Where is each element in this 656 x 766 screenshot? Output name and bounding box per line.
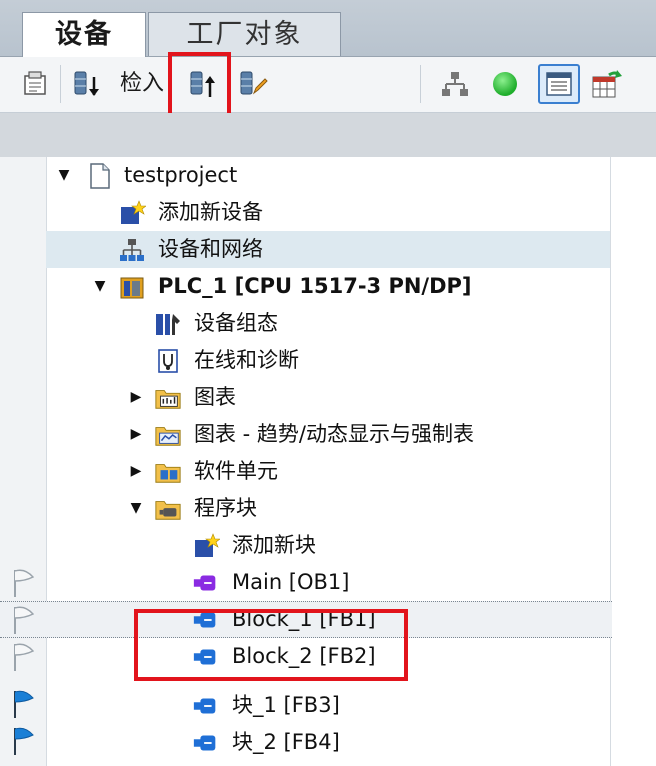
tree-item-label: 在线和诊断 (194, 348, 299, 372)
tree-item-add-new-block[interactable]: 添加新块 (46, 527, 610, 564)
tree-item-fb3[interactable]: 块_1 [FB3] (46, 687, 610, 724)
fb-blocks-highlight (134, 609, 408, 681)
topology-icon[interactable] (438, 67, 472, 101)
tree-item-label: 图表 - 趋势/动态显示与强制表 (194, 422, 475, 446)
trend-folder-icon (154, 421, 182, 449)
tree-item-trend-watch-force[interactable]: ▶ 图表 - 趋势/动态显示与强制表 (46, 416, 610, 453)
tree-item-label: 块_2 [FB4] (232, 730, 340, 754)
tree-item-label: 图表 (194, 385, 236, 409)
tree-item-label: 添加新块 (232, 533, 316, 557)
tree-item-charts[interactable]: ▶ 图表 (46, 379, 610, 416)
ob-block-icon (192, 569, 220, 597)
tree-item-label: 添加新设备 (158, 200, 263, 224)
tree-item-device-configuration[interactable]: 设备组态 (46, 305, 610, 342)
expand-arrow-icon[interactable]: ▼ (56, 157, 72, 194)
check-in-icon[interactable] (70, 67, 104, 101)
flag-outline-icon (14, 569, 35, 597)
collapsed-arrow-icon[interactable]: ▶ (128, 453, 144, 490)
tree-item-label: 设备和网络 (158, 237, 263, 261)
tab-devices[interactable]: 设备 (22, 12, 146, 58)
program-blocks-folder-icon (154, 495, 182, 523)
toolbar-separator (420, 65, 421, 103)
tree-item-label: 块_1 [FB3] (232, 693, 340, 717)
flag-outline-icon (14, 643, 35, 671)
properties-icon[interactable] (18, 67, 52, 101)
tree-item-label: testproject (124, 163, 238, 187)
edit-db-icon[interactable] (236, 67, 270, 101)
project-icon (86, 162, 114, 190)
expand-arrow-icon[interactable]: ▼ (92, 268, 108, 305)
export-table-icon[interactable] (590, 67, 624, 101)
add-device-icon (118, 199, 146, 227)
tree-item-plc-1[interactable]: ▼ PLC_1 [CPU 1517-3 PN/DP] (46, 268, 610, 305)
flag-blue-icon (14, 727, 34, 755)
status-online-icon[interactable] (488, 67, 522, 101)
expand-arrow-icon[interactable]: ▼ (128, 490, 144, 527)
collapsed-arrow-icon[interactable]: ▶ (128, 379, 144, 416)
network-icon (118, 236, 146, 264)
check-in-button[interactable]: 检入 (120, 68, 164, 100)
flag-blue-icon (14, 690, 34, 718)
tree-item-add-new-device[interactable]: 添加新设备 (46, 194, 610, 231)
software-unit-folder-icon (154, 458, 182, 486)
tree-item-devices-and-networks[interactable]: 设备和网络 (46, 231, 610, 268)
tree-item-software-units[interactable]: ▶ 软件单元 (46, 453, 610, 490)
add-block-icon (192, 532, 220, 560)
tree-item-label: Main [OB1] (232, 570, 350, 594)
tree-item-testproject[interactable]: ▼ testproject (46, 157, 610, 194)
device-config-icon (154, 310, 182, 338)
tree-item-label: PLC_1 [CPU 1517-3 PN/DP] (158, 274, 472, 298)
check-out-highlight (168, 52, 231, 117)
fb-block-icon (192, 729, 220, 757)
tab-strip: 设备 工厂对象 (0, 0, 656, 58)
tree-item-fb4[interactable]: 块_2 [FB4] (46, 724, 610, 761)
diagnostics-icon (154, 347, 182, 375)
collapsed-arrow-icon[interactable]: ▶ (128, 416, 144, 453)
column-header-bar (0, 113, 656, 158)
toolbar-separator (60, 65, 61, 103)
tree-item-label: 程序块 (194, 496, 257, 520)
detail-view-icon[interactable] (538, 64, 580, 104)
fb-block-icon (192, 692, 220, 720)
tree-item-main-ob1[interactable]: Main [OB1] (46, 564, 610, 601)
tree-item-online-diagnostics[interactable]: 在线和诊断 (46, 342, 610, 379)
tree-item-label: 设备组态 (194, 311, 278, 335)
chart-folder-icon (154, 384, 182, 412)
tab-plant-objects[interactable]: 工厂对象 (148, 12, 341, 56)
plc-icon (118, 273, 146, 301)
tree-item-label: 软件单元 (194, 459, 278, 483)
toolbar: 检入 (0, 57, 656, 113)
flag-outline-icon (14, 606, 35, 634)
tree-item-program-blocks[interactable]: ▼ 程序块 (46, 490, 610, 527)
